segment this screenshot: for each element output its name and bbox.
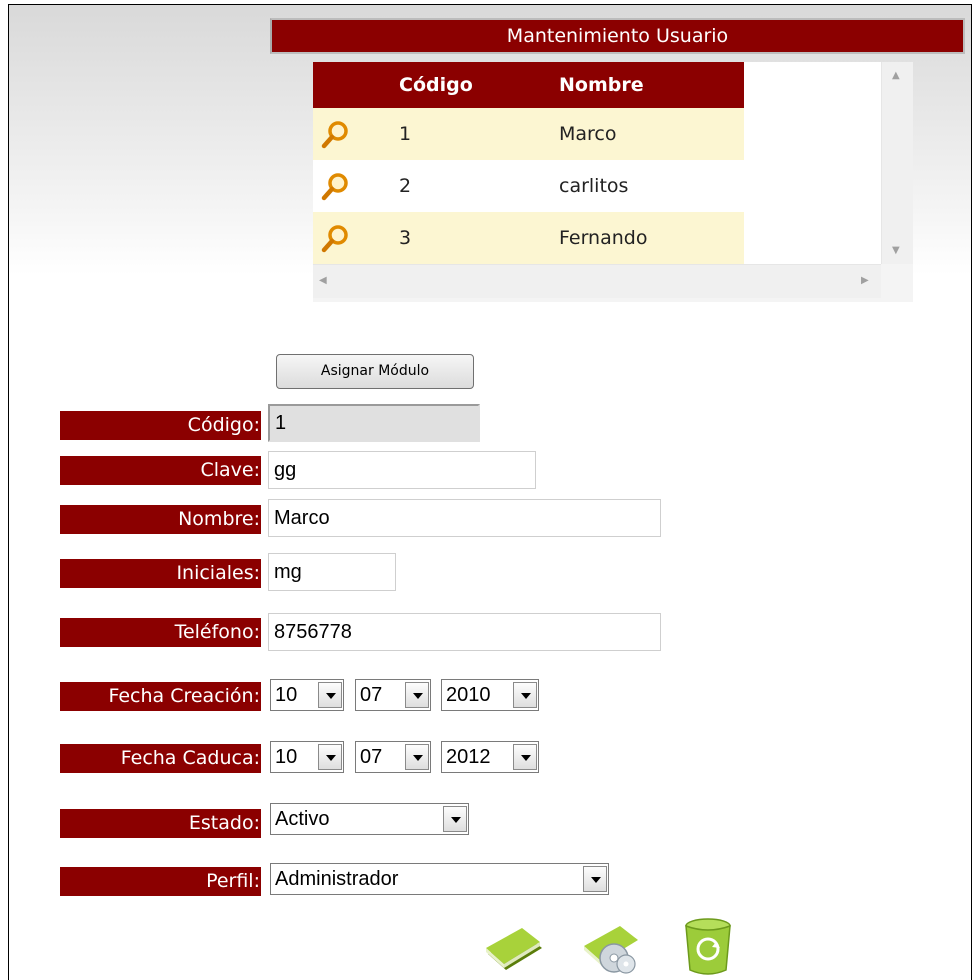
selected-value: 07	[360, 684, 383, 706]
selected-value: 2012	[446, 746, 491, 768]
row-select-cell	[313, 108, 399, 160]
cell-nombre: carlitos	[559, 160, 744, 212]
table-row: 1 Marco	[313, 108, 744, 160]
magnifier-icon[interactable]	[321, 120, 351, 150]
row-select-cell	[313, 212, 399, 264]
selected-value: 2010	[446, 684, 491, 706]
clave-label: Clave:	[60, 456, 261, 485]
fecha-caduca-year-select[interactable]: 2012	[441, 741, 539, 773]
selected-value: 07	[360, 746, 383, 768]
fecha-caduca-month-select[interactable]: 07	[355, 741, 431, 773]
chevron-down-icon[interactable]	[443, 806, 467, 832]
estado-select[interactable]: Activo	[270, 803, 469, 835]
scroll-down-icon[interactable]: ▼	[892, 245, 900, 256]
chevron-down-icon[interactable]	[318, 682, 342, 708]
cell-nombre: Fernando	[559, 212, 744, 264]
column-header-codigo[interactable]: Código	[399, 62, 559, 108]
table-header-row: Código Nombre	[313, 62, 744, 108]
selected-value: Administrador	[275, 868, 399, 890]
table-row: 3 Fernando	[313, 212, 744, 264]
fecha-creacion-label: Fecha Creación:	[60, 682, 261, 711]
nombre-field[interactable]: Marco	[268, 499, 661, 537]
clave-field[interactable]: gg	[268, 451, 536, 489]
telefono-label: Teléfono:	[60, 618, 261, 647]
scroll-left-icon[interactable]: ◀	[319, 275, 327, 286]
users-table: Código Nombre 1 Marco 2 carlitos 3 Ferna…	[313, 62, 744, 264]
iniciales-label: Iniciales:	[60, 559, 261, 588]
perfil-label: Perfil:	[60, 867, 261, 896]
magnifier-icon[interactable]	[321, 224, 351, 254]
chevron-down-icon[interactable]	[513, 744, 537, 770]
iniciales-field[interactable]: mg	[268, 553, 396, 591]
page-title: Mantenimiento Usuario	[270, 18, 965, 54]
fecha-caduca-day-select[interactable]: 10	[270, 741, 344, 773]
chevron-down-icon[interactable]	[318, 744, 342, 770]
recycle-bin-icon[interactable]	[678, 916, 738, 976]
save-disk-icon[interactable]	[582, 912, 642, 974]
new-book-icon[interactable]	[484, 914, 544, 974]
nombre-label: Nombre:	[60, 505, 261, 534]
fecha-creacion-month-select[interactable]: 07	[355, 679, 431, 711]
cell-nombre: Marco	[559, 108, 744, 160]
row-select-cell	[313, 160, 399, 212]
cell-codigo: 3	[399, 212, 559, 264]
fecha-creacion-year-select[interactable]: 2010	[441, 679, 539, 711]
codigo-field: 1	[268, 404, 480, 442]
perfil-select[interactable]: Administrador	[270, 863, 609, 895]
fecha-creacion-day-select[interactable]: 10	[270, 679, 344, 711]
scroll-up-icon[interactable]: ▲	[892, 70, 900, 81]
table-row: 2 carlitos	[313, 160, 744, 212]
estado-label: Estado:	[60, 809, 261, 838]
fecha-caduca-label: Fecha Caduca:	[60, 744, 261, 773]
chevron-down-icon[interactable]	[405, 682, 429, 708]
horizontal-scrollbar[interactable]: ◀ ▶	[313, 264, 881, 298]
column-header-nombre[interactable]: Nombre	[559, 62, 744, 108]
assign-module-button[interactable]: Asignar Módulo	[276, 354, 474, 389]
selected-value: 10	[275, 684, 298, 706]
users-grid-viewport: Código Nombre 1 Marco 2 carlitos 3 Ferna…	[313, 62, 881, 264]
selected-value: 10	[275, 746, 298, 768]
scroll-right-icon[interactable]: ▶	[861, 275, 869, 286]
magnifier-icon[interactable]	[321, 172, 351, 202]
telefono-field[interactable]: 8756778	[268, 613, 661, 651]
chevron-down-icon[interactable]	[513, 682, 537, 708]
column-header-select	[313, 62, 399, 108]
selected-value: Activo	[275, 808, 330, 830]
codigo-label: Código:	[60, 411, 261, 440]
users-grid: Código Nombre 1 Marco 2 carlitos 3 Ferna…	[313, 62, 913, 302]
chevron-down-icon[interactable]	[405, 744, 429, 770]
cell-codigo: 2	[399, 160, 559, 212]
vertical-scrollbar[interactable]: ▲ ▼	[881, 62, 913, 264]
chevron-down-icon[interactable]	[583, 866, 607, 892]
cell-codigo: 1	[399, 108, 559, 160]
